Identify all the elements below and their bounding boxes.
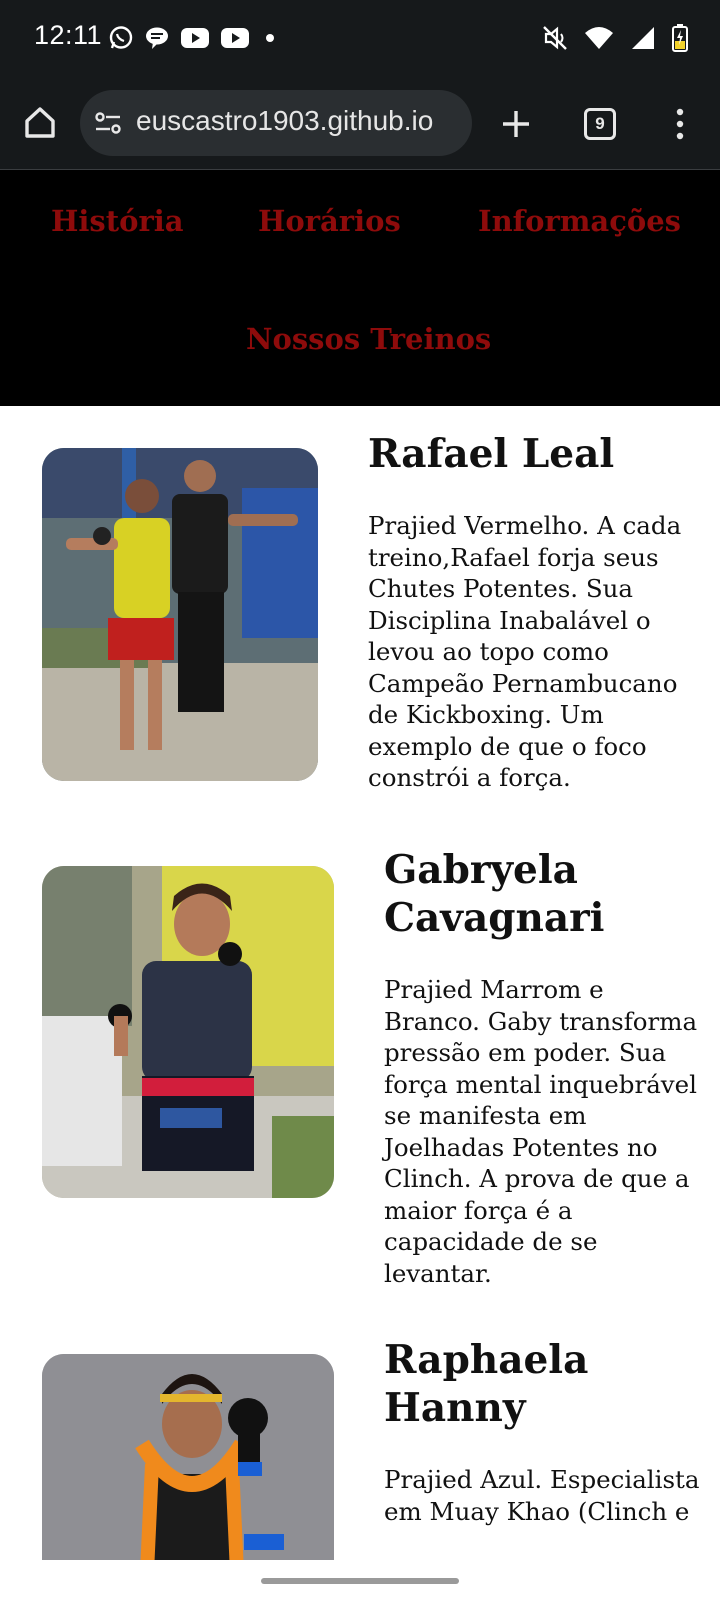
tab-switcher-button[interactable]: 9 [584,108,616,140]
athlete-photo-gabryela-cavagnari [42,866,334,1198]
youtube-icon [180,26,210,50]
athlete-bio: Prajied Marrom e Branco. Gaby transforma… [384,975,698,1288]
nav-link-nossos-treinos[interactable]: Nossos Treinos [246,322,491,356]
system-icons [542,22,688,54]
notification-icons [108,22,280,54]
nav-link-informacoes[interactable]: Informações [478,204,681,238]
dot-icon [260,28,280,48]
url-text[interactable]: euscastro1903.github.io [136,105,462,137]
gesture-handle[interactable] [261,1578,459,1584]
address-bar[interactable]: euscastro1903.github.io [80,90,472,156]
athlete-name: Gabryela Cavagnari [384,847,605,941]
athlete-bio: Prajied Azul. Especialista em Muay Khao … [384,1465,700,1526]
chat-bubble-icon [144,25,170,51]
site-settings-icon[interactable] [94,110,122,136]
status-time: 12:11 [34,20,103,50]
wifi-icon [584,25,614,51]
youtube-icon [220,26,250,50]
mute-icon [542,25,568,51]
athlete-photo-rafael-leal [42,448,318,781]
athlete-bio: Prajied Vermelho. A cada treino,Rafael f… [368,511,682,792]
battery-charging-icon [672,24,688,52]
nav-link-horarios[interactable]: Horários [258,204,401,238]
status-bar: 12:11 [0,0,720,78]
athlete-name: Rafael Leal [368,431,615,477]
nav-link-historia[interactable]: História [51,204,184,238]
new-tab-icon[interactable] [500,108,532,140]
browser-toolbar: euscastro1903.github.io 9 [0,78,720,170]
athlete-name: Raphaela Hanny [384,1337,589,1431]
home-icon[interactable] [22,105,58,141]
site-navigation: História Horários Informações Nossos Tre… [0,170,720,406]
whatsapp-icon [108,25,134,51]
more-options-icon[interactable] [676,108,684,140]
signal-icon [630,25,656,51]
